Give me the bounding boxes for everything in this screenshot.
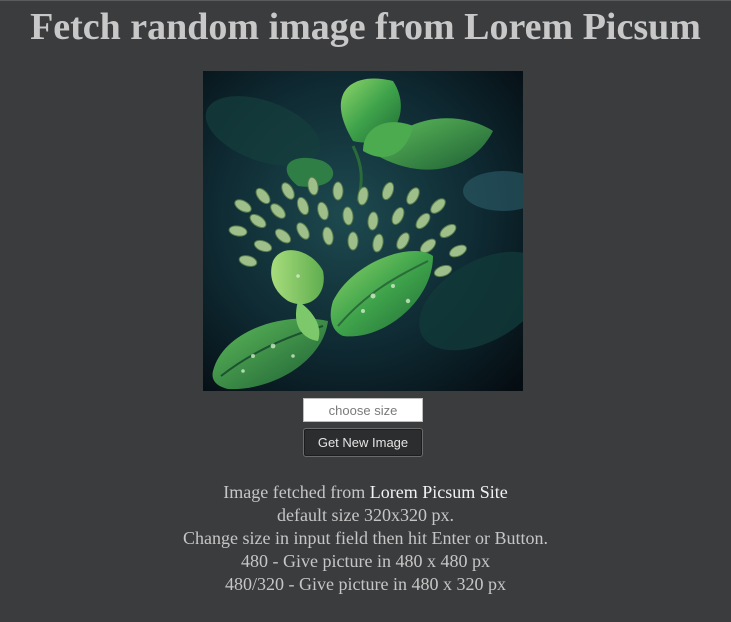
info-text: Image fetched from Lorem Picsum Site def… <box>0 481 731 596</box>
fetched-from-line: Image fetched from Lorem Picsum Site <box>0 481 731 504</box>
example-rect-text: 480/320 - Give picture in 480 x 320 px <box>225 574 506 594</box>
plant-photo-illustration <box>203 71 523 391</box>
example-square-text: 480 - Give picture in 480 x 480 px <box>241 551 490 571</box>
get-new-image-button[interactable]: Get New Image <box>303 428 423 457</box>
instructions-text: Change size in input field then hit Ente… <box>183 528 548 548</box>
random-image <box>203 71 523 391</box>
lorem-picsum-link[interactable]: Lorem Picsum Site <box>370 482 508 502</box>
default-size-text: default size 320x320 px. <box>277 505 454 525</box>
size-input[interactable] <box>303 398 423 422</box>
fetched-prefix: Image fetched from <box>223 482 370 502</box>
page-title: Fetch random image from Lorem Picsum <box>30 6 701 48</box>
